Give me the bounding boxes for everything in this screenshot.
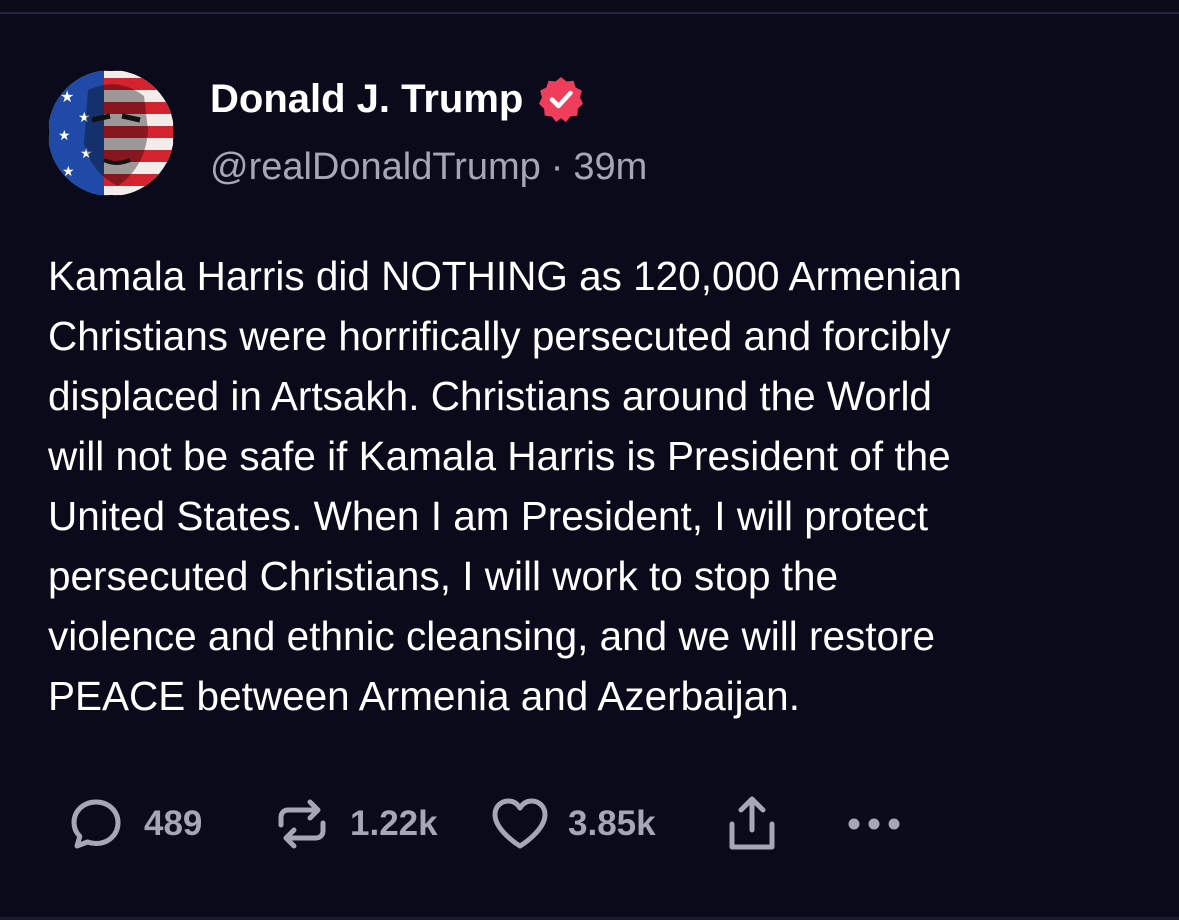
like-count: 3.85k — [568, 804, 656, 843]
author-display-name[interactable]: Donald J. Trump — [210, 77, 523, 122]
meta-separator: · — [550, 145, 564, 188]
share-button[interactable] — [722, 792, 782, 856]
post-timestamp[interactable]: 39m — [573, 146, 647, 189]
more-dots-icon — [844, 794, 904, 854]
author-meta-row: @realDonaldTrump · 39m — [210, 140, 647, 194]
reply-count: 489 — [144, 804, 203, 843]
repost-count: 1.22k — [350, 804, 438, 843]
author-handle[interactable]: @realDonaldTrump — [210, 146, 541, 189]
svg-text:★: ★ — [58, 128, 71, 144]
verified-badge-icon — [537, 75, 585, 123]
post-body-text: Kamala Harris did NOTHING as 120,000 Arm… — [48, 253, 962, 719]
author-avatar[interactable]: ★ ★ ★ ★ ★ — [48, 70, 174, 196]
reply-button[interactable]: 489 — [66, 792, 202, 856]
more-options-button[interactable] — [844, 792, 904, 856]
author-name-row: Donald J. Trump — [210, 72, 585, 126]
heart-icon — [490, 794, 550, 854]
truth-post: ★ ★ ★ ★ ★ Donald J. Trump @realDonaldTru… — [0, 0, 1179, 920]
post-action-bar: 489 1.22k 3.85k — [66, 792, 946, 856]
like-button[interactable]: 3.85k — [490, 792, 656, 856]
svg-text:★: ★ — [60, 87, 74, 106]
repost-button[interactable]: 1.22k — [272, 792, 438, 856]
svg-text:★: ★ — [62, 164, 75, 180]
flag-face-avatar-icon: ★ ★ ★ ★ ★ — [48, 70, 174, 196]
reply-bubble-icon — [66, 794, 126, 854]
share-icon — [722, 794, 782, 854]
repost-icon — [272, 794, 332, 854]
